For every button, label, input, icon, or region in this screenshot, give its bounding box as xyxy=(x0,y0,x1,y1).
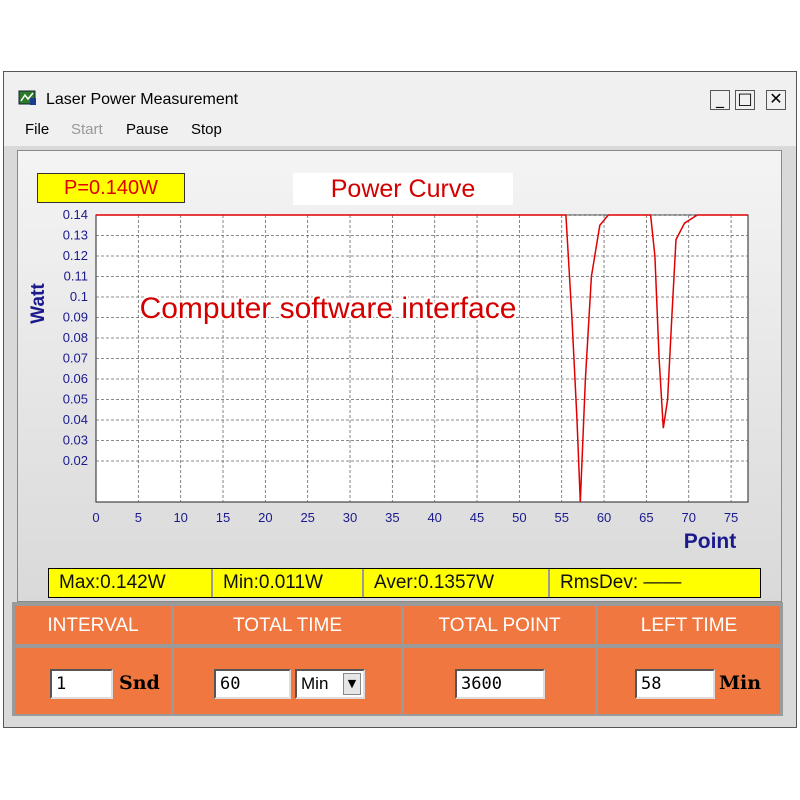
y-tick-label: 0.12 xyxy=(63,248,88,263)
y-tick-label: 0.05 xyxy=(63,392,88,407)
total-time-label: TOTAL TIME xyxy=(174,606,401,644)
x-tick-label: 40 xyxy=(427,510,441,525)
close-button[interactable]: ✕ xyxy=(766,90,786,110)
menu-bar: File Start Pause Stop xyxy=(4,116,796,146)
left-time-cell: 58 Min xyxy=(598,648,780,714)
x-tick-label: 30 xyxy=(343,510,357,525)
y-tick-label: 0.04 xyxy=(63,412,88,427)
menu-stop[interactable]: Stop xyxy=(191,121,222,138)
total-time-input[interactable]: 60 xyxy=(214,669,291,699)
menu-start[interactable]: Start xyxy=(71,121,103,138)
interval-input[interactable]: 1 xyxy=(50,669,113,699)
x-tick-label: 75 xyxy=(724,510,738,525)
y-tick-label: 0.03 xyxy=(63,433,88,448)
chart-title: Power Curve xyxy=(293,173,513,205)
y-tick-label: 0.07 xyxy=(63,351,88,366)
y-tick-label: 0.08 xyxy=(63,330,88,345)
app-icon xyxy=(18,90,36,105)
x-tick-label: 55 xyxy=(554,510,568,525)
menu-pause[interactable]: Pause xyxy=(126,121,169,138)
maximize-button[interactable]: □ xyxy=(735,90,755,110)
x-tick-label: 45 xyxy=(470,510,484,525)
x-tick-label: 50 xyxy=(512,510,526,525)
left-time-label: LEFT TIME xyxy=(598,606,780,644)
y-axis-label: Watt xyxy=(28,283,49,324)
stats-bar: Max:0.142W Min:0.011W Aver:0.1357W RmsDe… xyxy=(48,568,761,598)
x-tick-label: 65 xyxy=(639,510,653,525)
x-tick-label: 70 xyxy=(681,510,695,525)
overlay-caption: Computer software interface xyxy=(140,292,517,325)
menu-file[interactable]: File xyxy=(25,121,49,138)
window-title: Laser Power Measurement xyxy=(46,91,239,108)
x-tick-label: 20 xyxy=(258,510,272,525)
interval-unit: Snd xyxy=(119,672,160,694)
x-axis-label: Point xyxy=(684,530,737,553)
power-chart: 0 5 10 15 20 25 30 35 40 45 50 55 60 65 70 75 0.02 0.03 0.… xyxy=(28,207,749,553)
x-tick-label: 5 xyxy=(135,510,142,525)
x-tick-label: 15 xyxy=(216,510,230,525)
minimize-button[interactable]: _ xyxy=(710,90,730,110)
stat-max: Max:0.142W xyxy=(49,569,213,597)
stat-aver: Aver:0.1357W xyxy=(364,569,550,597)
x-tick-label: 25 xyxy=(300,510,314,525)
y-tick-label: 0.14 xyxy=(63,207,88,222)
x-tick-label: 0 xyxy=(92,510,99,525)
x-tick-label: 10 xyxy=(173,510,187,525)
y-tick-label: 0.13 xyxy=(63,228,88,243)
chart-panel: 0 5 10 15 20 25 30 35 40 45 50 55 60 65 70 75 0.02 0.03 0.… xyxy=(17,150,782,602)
x-tick-label: 60 xyxy=(597,510,611,525)
y-tick-label: 0.09 xyxy=(63,310,88,325)
interval-label: INTERVAL xyxy=(15,606,171,644)
chevron-down-icon[interactable]: ▼ xyxy=(343,673,361,695)
y-tick-label: 0.11 xyxy=(64,269,88,284)
time-unit-select[interactable]: Min ▼ xyxy=(295,669,365,699)
interval-cell: 1 Snd xyxy=(15,648,171,714)
time-unit-value: Min xyxy=(301,674,329,693)
x-tick-label: 35 xyxy=(385,510,399,525)
total-point-label: TOTAL POINT xyxy=(404,606,595,644)
stat-min: Min:0.011W xyxy=(213,569,364,597)
left-time-unit: Min xyxy=(719,672,762,694)
stat-rmsdev: RmsDev: —— xyxy=(560,572,682,593)
y-tick-label: 0.1 xyxy=(70,289,88,304)
left-time-input[interactable]: 58 xyxy=(635,669,715,699)
y-tick-label: 0.06 xyxy=(63,371,88,386)
total-point-input[interactable]: 3600 xyxy=(455,669,545,699)
power-readout: P=0.140W xyxy=(37,173,185,203)
total-point-cell: 3600 xyxy=(404,648,595,714)
total-time-cell: 60 Min ▼ xyxy=(174,648,401,714)
y-tick-label: 0.02 xyxy=(63,453,88,468)
title-bar: Laser Power Measurement _ □ ✕ xyxy=(4,72,796,116)
control-panel: INTERVAL TOTAL TIME TOTAL POINT LEFT TIM… xyxy=(12,602,783,716)
